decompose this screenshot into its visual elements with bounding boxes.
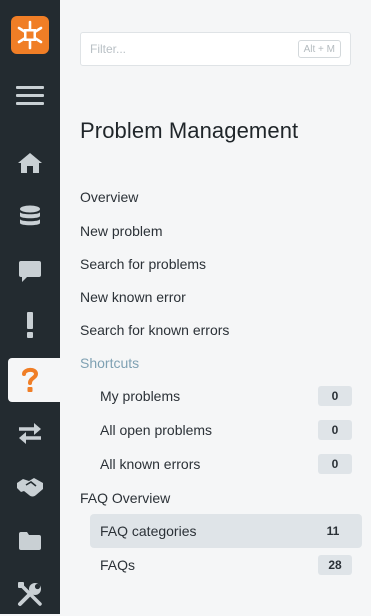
count-badge: 0 bbox=[318, 454, 352, 474]
count-badge: 28 bbox=[318, 555, 352, 575]
logo-icon[interactable] bbox=[11, 16, 49, 54]
count-badge: 11 bbox=[326, 524, 340, 538]
question-icon[interactable] bbox=[8, 358, 60, 402]
shortcuts-heading[interactable]: Shortcuts bbox=[80, 354, 139, 372]
count-badge: 0 bbox=[318, 420, 352, 440]
shortcut-label: My problems bbox=[100, 388, 181, 404]
exclamation-icon[interactable] bbox=[0, 303, 60, 347]
database-icon[interactable] bbox=[0, 195, 60, 239]
nav-new-known-error[interactable]: New known error bbox=[80, 288, 186, 306]
shortcut-label: All open problems bbox=[100, 422, 213, 438]
shortcut-hint: Alt + M bbox=[297, 40, 341, 58]
page-title: Problem Management bbox=[80, 118, 299, 143]
menu-icon[interactable] bbox=[16, 86, 44, 106]
side-rail bbox=[0, 0, 60, 614]
faq-categories-item[interactable]: FAQ categories 11 bbox=[90, 514, 362, 548]
faq-item-label: FAQ categories bbox=[100, 523, 197, 539]
faqs-item[interactable]: FAQs 28 bbox=[90, 548, 362, 582]
nav-search-problems[interactable]: Search for problems bbox=[80, 255, 206, 273]
count-badge: 0 bbox=[318, 386, 352, 406]
nav-new-problem[interactable]: New problem bbox=[80, 222, 162, 240]
shortcut-label: All known errors bbox=[100, 456, 201, 472]
handshake-icon[interactable] bbox=[0, 465, 60, 509]
filter-box: Alt + M bbox=[80, 32, 351, 66]
chat-icon[interactable] bbox=[0, 249, 60, 293]
arrows-exchange-icon[interactable] bbox=[0, 411, 60, 455]
home-icon[interactable] bbox=[0, 141, 60, 185]
shortcut-my-problems[interactable]: My problems 0 bbox=[90, 379, 362, 413]
filter-input[interactable] bbox=[90, 41, 290, 57]
tools-icon[interactable] bbox=[0, 572, 60, 616]
faq-item-label: FAQs bbox=[100, 557, 136, 573]
nav-faq-overview[interactable]: FAQ Overview bbox=[80, 489, 170, 507]
nav-overview[interactable]: Overview bbox=[80, 188, 138, 206]
folder-icon[interactable] bbox=[0, 519, 60, 563]
shortcut-all-known-errors[interactable]: All known errors 0 bbox=[90, 447, 362, 481]
shortcut-all-open-problems[interactable]: All open problems 0 bbox=[90, 413, 362, 447]
nav-search-known-errors[interactable]: Search for known errors bbox=[80, 321, 229, 339]
